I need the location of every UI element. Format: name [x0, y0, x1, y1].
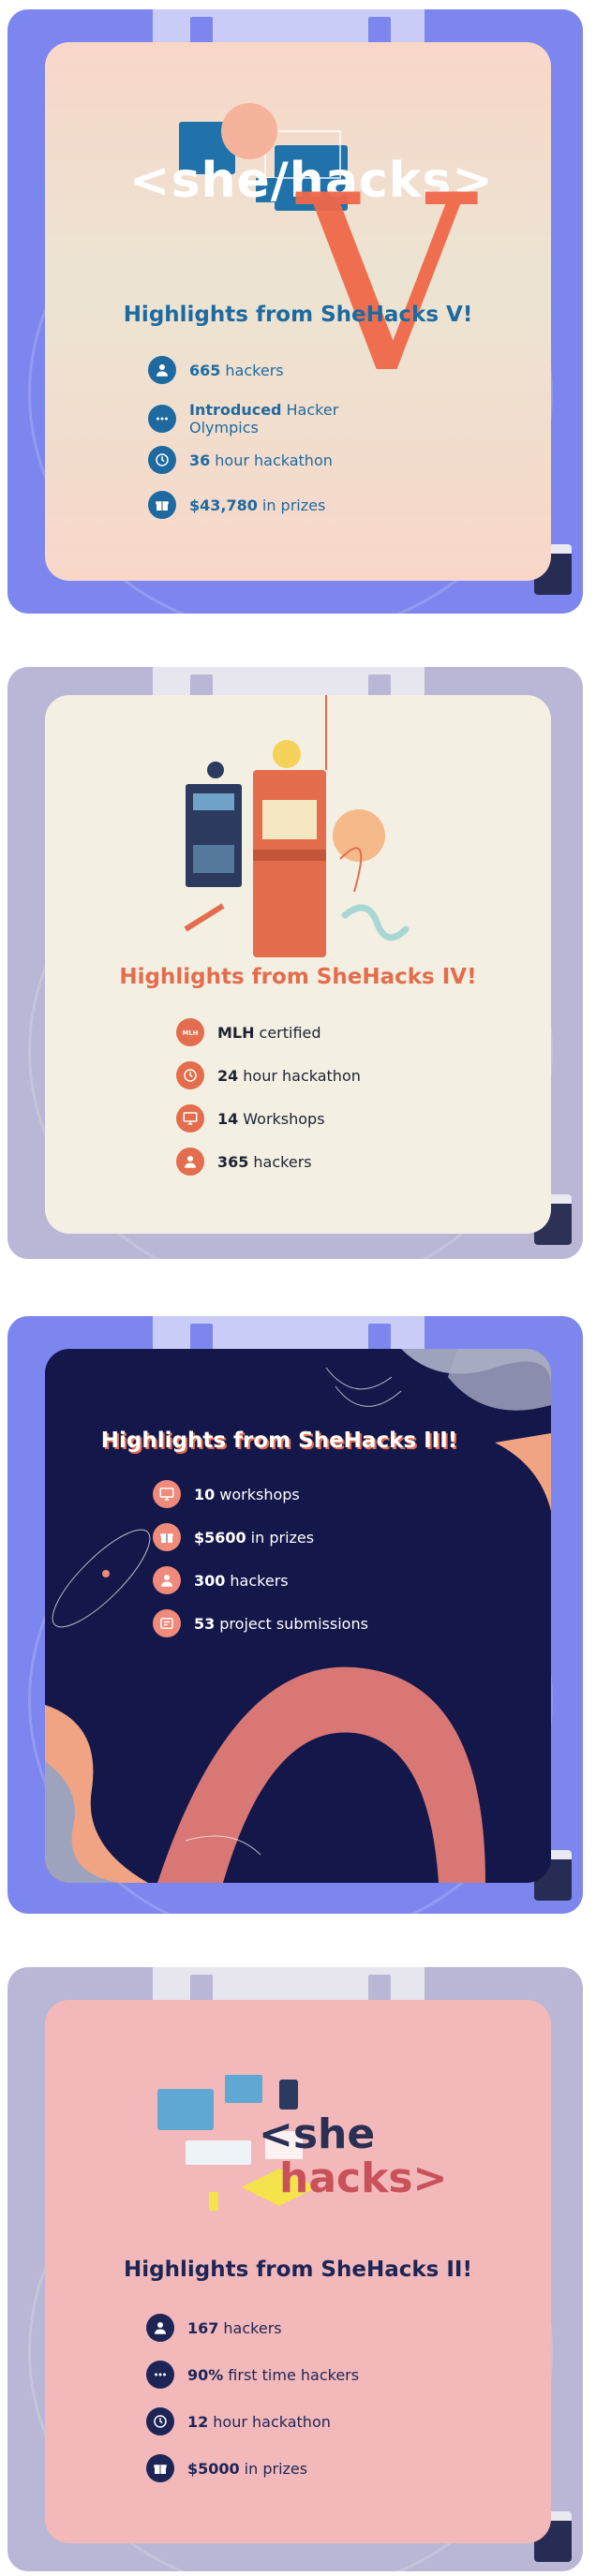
- stat-label: hour hackathon: [215, 451, 333, 469]
- stat-value: 365: [217, 1152, 249, 1171]
- stat-label: hackers: [223, 2318, 282, 2337]
- stat-value: Introduced: [189, 401, 282, 419]
- stat-row: 90% first time hackers: [146, 2361, 359, 2389]
- logo-line-2: hacks>: [279, 2154, 448, 2202]
- stat-row: 36 hour hackathon: [148, 446, 333, 474]
- roman-numeral-v: V: [298, 144, 474, 427]
- monitor-icon: [153, 1480, 181, 1508]
- stat-label: hour hackathon: [243, 1066, 361, 1085]
- stat-value: 53: [194, 1614, 216, 1633]
- stat-text: 300 hackers: [194, 1572, 289, 1590]
- stat-text: 53 project submissions: [194, 1615, 368, 1633]
- section-title: Highlights from SheHacks IV!: [119, 965, 477, 989]
- stat-text: 14 Workshops: [217, 1110, 325, 1128]
- stat-value: 90%: [187, 2365, 224, 2384]
- stat-text: MLH certified: [217, 1024, 321, 1042]
- stat-row: 665 hackers: [148, 356, 284, 384]
- gift-icon: [153, 1523, 181, 1551]
- stat-text: 24 hour hackathon: [217, 1067, 361, 1085]
- shehacks-v-label: <she/hacks> V Highlights from SheHacks V…: [45, 42, 551, 581]
- stat-value: 36: [189, 451, 211, 469]
- stat-row: 24 hour hackathon: [176, 1061, 361, 1089]
- stat-text: 365 hackers: [217, 1153, 312, 1171]
- stat-value: 14: [217, 1109, 239, 1128]
- dots-icon: [148, 405, 176, 433]
- stat-row: $5000 in prizes: [146, 2454, 307, 2482]
- stat-value: 24: [217, 1066, 239, 1085]
- stat-text: 90% first time hackers: [187, 2366, 359, 2384]
- section-title: Highlights from SheHacks III!: [100, 1429, 458, 1453]
- logo-line-1: <she: [259, 2110, 376, 2158]
- stat-text: Introduced Hacker Olympics: [189, 401, 338, 437]
- person-icon: [176, 1147, 204, 1176]
- stat-row: 53 project submissions: [153, 1609, 368, 1637]
- clock-icon: [146, 2407, 174, 2435]
- stat-label: hackers: [230, 1571, 289, 1590]
- stat-row: 167 hackers: [146, 2314, 282, 2342]
- stat-text: $43,780 in prizes: [189, 496, 325, 514]
- stat-text: 10 workshops: [194, 1486, 300, 1503]
- shehacks-iv-label: Highlights from SheHacks IV! MLH MLH certi…: [45, 695, 551, 1234]
- section-title: Highlights from SheHacks II!: [124, 2258, 472, 2282]
- stat-label: hackers: [225, 361, 284, 379]
- stat-row: 300 hackers: [153, 1566, 289, 1594]
- stat-value: $5000: [187, 2459, 240, 2478]
- stat-value: 665: [189, 361, 221, 379]
- svg-text:MLH: MLH: [183, 1029, 199, 1037]
- gift-icon: [146, 2454, 174, 2482]
- stat-value: 167: [187, 2318, 219, 2337]
- stat-value: 12: [187, 2412, 209, 2431]
- dots-icon: [146, 2361, 174, 2389]
- section-title: Highlights from SheHacks V!: [123, 303, 473, 327]
- shehacks-iii-disk: Highlights from SheHacks III! 10 workshop…: [7, 1316, 583, 1914]
- stat-label: project submissions: [219, 1614, 368, 1633]
- stat-text: $5000 in prizes: [187, 2460, 307, 2478]
- mlh-icon: MLH: [176, 1018, 204, 1046]
- stat-row: 14 Workshops: [176, 1104, 325, 1133]
- stat-value: $43,780: [189, 496, 258, 514]
- shehacks-iii-label: Highlights from SheHacks III! 10 workshop…: [45, 1349, 551, 1883]
- shehacks-ii-disk: <she hacks> Highlights from SheHacks II!…: [7, 1967, 583, 2571]
- stat-label: Workshops: [243, 1109, 325, 1128]
- shehacks-iv-disk: Highlights from SheHacks IV! MLH MLH certi…: [7, 667, 583, 1259]
- clock-icon: [148, 446, 176, 474]
- stat-row: MLH MLH certified: [176, 1018, 321, 1046]
- person-icon: [146, 2314, 174, 2342]
- stat-label: in prizes: [250, 1528, 315, 1547]
- shehacks-ii-label: <she hacks> Highlights from SheHacks II!…: [45, 2000, 551, 2543]
- submission-icon: [153, 1609, 181, 1637]
- arcade-illustration: [184, 695, 410, 957]
- stat-value: 300: [194, 1571, 226, 1590]
- stat-label: hour hackathon: [213, 2412, 331, 2431]
- stat-row: 10 workshops: [153, 1480, 300, 1508]
- stat-text: 36 hour hackathon: [189, 452, 333, 469]
- gift-icon: [148, 491, 176, 519]
- person-icon: [153, 1566, 181, 1594]
- stat-row: 365 hackers: [176, 1147, 312, 1176]
- stat-value: $5600: [194, 1528, 246, 1547]
- person-icon: [148, 356, 176, 384]
- stat-label: hackers: [253, 1152, 312, 1171]
- stat-label: workshops: [219, 1485, 300, 1503]
- shehacks-v-disk: <she/hacks> V Highlights from SheHacks V…: [7, 9, 583, 614]
- stat-row: Introduced Hacker Olympics: [148, 401, 338, 437]
- stat-value: 10: [194, 1485, 216, 1503]
- stat-text: 665 hackers: [189, 362, 284, 379]
- monitor-icon: [176, 1104, 204, 1133]
- stat-row: $5600 in prizes: [153, 1523, 314, 1551]
- clock-icon: [176, 1061, 204, 1089]
- stat-text: 12 hour hackathon: [187, 2413, 331, 2431]
- stat-text: 167 hackers: [187, 2319, 282, 2337]
- stat-label: in prizes: [244, 2459, 308, 2478]
- stat-value: MLH: [217, 1023, 255, 1042]
- stat-row: $43,780 in prizes: [148, 491, 325, 519]
- stat-label: first time hackers: [228, 2365, 360, 2384]
- stat-text: $5600 in prizes: [194, 1529, 314, 1547]
- stat-label: certified: [259, 1023, 321, 1042]
- stat-row: 12 hour hackathon: [146, 2407, 331, 2435]
- stat-label: in prizes: [261, 496, 326, 514]
